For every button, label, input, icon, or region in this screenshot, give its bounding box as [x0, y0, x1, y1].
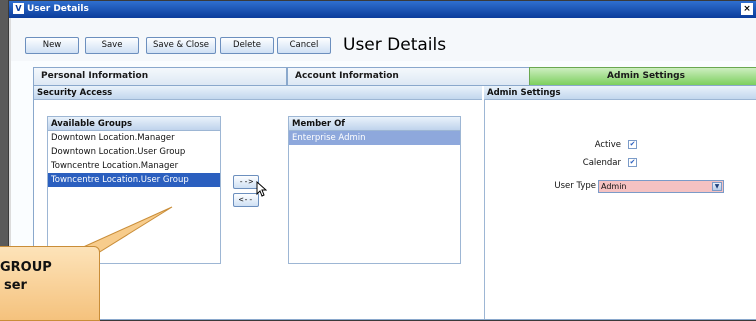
list-item[interactable]: Enterprise Admin [289, 131, 460, 145]
app-icon: V [13, 3, 24, 14]
annotation-callout: GROUP ser [0, 246, 100, 321]
admin-settings-header: Admin Settings [484, 86, 756, 100]
tab-admin-settings[interactable]: Admin Settings [529, 67, 756, 85]
window-title: User Details [27, 4, 89, 14]
tab-personal-information[interactable]: Personal Information [33, 67, 287, 85]
calendar-label: Calendar [582, 158, 621, 168]
cancel-button[interactable]: Cancel [277, 37, 331, 54]
admin-settings-tab-body: Security Access Admin Settings Available… [33, 85, 756, 320]
list-item[interactable]: Towncentre Location.Manager [48, 159, 220, 173]
user-type-select[interactable]: Admin ▼ [598, 180, 724, 193]
list-item-selected[interactable]: Towncentre Location.User Group [48, 173, 220, 187]
save-button[interactable]: Save [85, 37, 139, 54]
close-icon[interactable]: × [741, 3, 753, 15]
window-client-area: New Save Save & Close Delete Cancel User… [11, 18, 756, 320]
available-groups-header: Available Groups [48, 117, 220, 131]
callout-line-1: GROUP [0, 260, 52, 275]
member-of-header: Member Of [289, 117, 460, 131]
delete-button[interactable]: Delete [220, 37, 274, 54]
list-item[interactable]: Downtown Location.User Group [48, 145, 220, 159]
callout-line-2: ser [4, 278, 27, 293]
new-button[interactable]: New [25, 37, 79, 54]
chevron-down-icon[interactable]: ▼ [712, 182, 722, 191]
user-type-value: Admin [601, 182, 627, 191]
user-details-window: V User Details × New Save Save & Close De… [8, 0, 756, 321]
member-of-list[interactable]: Member Of Enterprise Admin [288, 116, 461, 264]
list-item[interactable]: Downtown Location.Manager [48, 131, 220, 145]
save-and-close-button[interactable]: Save & Close [146, 37, 216, 54]
tab-account-information[interactable]: Account Information [287, 67, 532, 85]
active-checkbox[interactable]: ✔ [628, 140, 637, 149]
security-access-header: Security Access [34, 86, 482, 100]
calendar-checkbox[interactable]: ✔ [628, 158, 637, 167]
user-type-label: User Type [554, 181, 596, 191]
active-label: Active [594, 140, 621, 150]
page-title: User Details [343, 35, 447, 55]
toolbar: New Save Save & Close Delete Cancel User… [11, 18, 756, 61]
mouse-pointer-icon [256, 181, 267, 197]
title-bar[interactable]: V User Details × [9, 1, 756, 18]
admin-settings-panel: Active ✔ Calendar ✔ User Type Admin ▼ [484, 100, 756, 319]
